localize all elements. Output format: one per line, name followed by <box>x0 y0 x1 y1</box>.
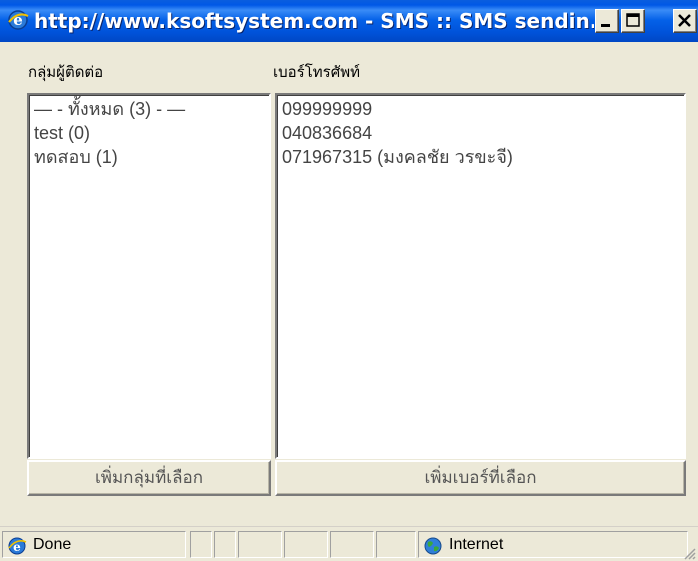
ie-page-icon: e <box>7 536 27 556</box>
resize-grip-icon[interactable] <box>682 545 696 560</box>
ie-icon: e <box>6 8 30 32</box>
security-zone-label: Internet <box>449 536 504 553</box>
list-item-phone[interactable]: 040836684 <box>277 121 684 145</box>
groups-header: กลุ่มผู้ติดต่อ <box>28 63 104 81</box>
maximize-button[interactable] <box>621 9 645 33</box>
title-bar[interactable]: e http://www.ksoftsystem.com - SMS :: SM… <box>0 0 698 42</box>
globe-icon <box>423 536 443 556</box>
status-bar: e Done Internet <box>0 526 698 561</box>
close-icon <box>678 14 691 27</box>
add-selected-number-button[interactable]: เพิ่มเบอร์ที่เลือก <box>275 460 686 496</box>
minimize-icon <box>601 24 610 27</box>
status-pane <box>238 531 282 558</box>
maximize-icon <box>626 13 640 27</box>
dialog-content: กลุ่มผู้ติดต่อ เบอร์โทรศัพท์ — - ทั้งหมด… <box>0 42 698 526</box>
status-pane <box>330 531 374 558</box>
groups-listbox[interactable]: — - ทั้งหมด (3) - — test (0) ทดสอบ (1) <box>27 93 271 459</box>
list-item-group-test[interactable]: test (0) <box>29 121 269 145</box>
status-text: Done <box>33 536 72 553</box>
security-zone-pane: Internet <box>418 531 688 558</box>
list-item-group-thotsop[interactable]: ทดสอบ (1) <box>29 145 269 169</box>
status-pane <box>214 531 236 558</box>
status-pane <box>376 531 416 558</box>
close-button[interactable] <box>673 9 697 33</box>
list-item-phone[interactable]: 071967315 (มงคลชัย วรขะจี) <box>277 145 684 169</box>
status-done-pane: e Done <box>2 531 186 558</box>
list-item-phone[interactable]: 099999999 <box>277 97 684 121</box>
window-title: http://www.ksoftsystem.com - SMS :: SMS … <box>34 9 594 33</box>
phones-header: เบอร์โทรศัพท์ <box>273 63 361 81</box>
status-pane <box>190 531 212 558</box>
list-item-group-all[interactable]: — - ทั้งหมด (3) - — <box>29 97 269 121</box>
add-selected-group-button[interactable]: เพิ่มกลุ่มที่เลือก <box>27 460 271 496</box>
minimize-button[interactable] <box>595 9 619 33</box>
phones-listbox[interactable]: 099999999 040836684 071967315 (มงคลชัย ว… <box>275 93 686 459</box>
status-pane <box>284 531 328 558</box>
